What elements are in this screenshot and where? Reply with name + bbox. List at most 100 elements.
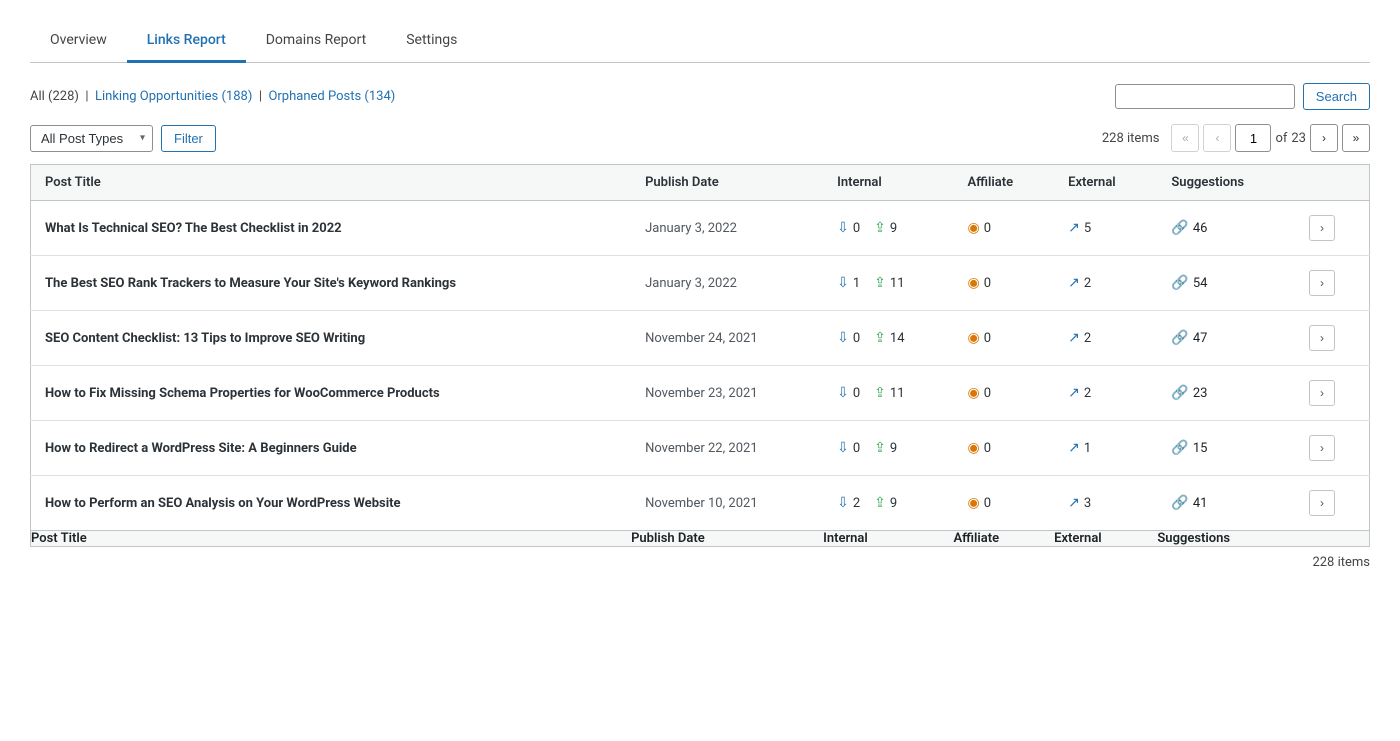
post-type-select-wrapper: All Post Types Post Page ▾: [30, 125, 153, 152]
row-arrow-cell: ›: [1295, 256, 1370, 311]
tab-links-report[interactable]: Links Report: [127, 20, 246, 63]
filter-button[interactable]: Filter: [161, 125, 216, 152]
row-external: ↗ 3: [1054, 476, 1157, 531]
row-affiliate: ◉ 0: [953, 476, 1054, 531]
row-external: ↗ 2: [1054, 366, 1157, 421]
row-post-title: How to Fix Missing Schema Properties for…: [31, 366, 632, 421]
internal-out-icon: ⇪: [874, 385, 886, 401]
suggestions-link-icon: 🔗: [1171, 495, 1188, 511]
internal-in-icon: ⇩: [837, 440, 849, 456]
external-link-icon: ↗: [1068, 385, 1080, 401]
affiliate-icon: ◉: [967, 220, 979, 236]
suggestions-link-icon: 🔗: [1171, 440, 1188, 456]
filter-links: All (228) | Linking Opportunities (188) …: [30, 89, 395, 104]
row-suggestions: 🔗 15: [1157, 421, 1295, 476]
affiliate-metric: ◉ 0: [967, 440, 1040, 456]
row-arrow-cell: ›: [1295, 476, 1370, 531]
links-table: Post Title Publish Date Internal Affilia…: [30, 164, 1370, 547]
row-post-title: SEO Content Checklist: 13 Tips to Improv…: [31, 311, 632, 366]
external-metric: ↗ 2: [1068, 385, 1143, 401]
filter-bar: All (228) | Linking Opportunities (188) …: [30, 83, 1370, 110]
current-page-input[interactable]: [1235, 124, 1271, 152]
external-link-icon: ↗: [1068, 330, 1080, 346]
row-publish-date: January 3, 2022: [631, 256, 823, 311]
search-area: Search: [1115, 83, 1370, 110]
table-row: How to Fix Missing Schema Properties for…: [31, 366, 1370, 421]
filter-row2: All Post Types Post Page ▾ Filter 228 it…: [30, 124, 1370, 152]
row-detail-button[interactable]: ›: [1309, 380, 1335, 406]
all-filter-label[interactable]: All (228): [30, 89, 79, 104]
internal-out-icon: ⇪: [874, 440, 886, 456]
col-actions: [1295, 165, 1370, 201]
linking-opportunities-filter[interactable]: Linking Opportunities (188): [95, 89, 252, 104]
affiliate-icon: ◉: [967, 495, 979, 511]
suggestions-link-icon: 🔗: [1171, 385, 1188, 401]
col-post-title: Post Title: [31, 165, 632, 201]
internal-out-metric: ⇪ 11: [874, 275, 904, 291]
row-detail-button[interactable]: ›: [1309, 490, 1335, 516]
internal-in-icon: ⇩: [837, 275, 849, 291]
row-internal: ⇩ 2 ⇪ 9: [823, 476, 953, 531]
footer-col-affiliate: Affiliate: [953, 531, 1054, 547]
post-type-filter-area: All Post Types Post Page ▾ Filter: [30, 125, 216, 152]
internal-out-metric: ⇪ 14: [874, 330, 904, 346]
row-affiliate: ◉ 0: [953, 201, 1054, 256]
orphaned-posts-filter[interactable]: Orphaned Posts (134): [268, 89, 395, 104]
affiliate-metric: ◉ 0: [967, 385, 1040, 401]
row-detail-button[interactable]: ›: [1309, 270, 1335, 296]
first-page-button[interactable]: «: [1171, 124, 1199, 152]
internal-in-icon: ⇩: [837, 495, 849, 511]
next-page-button[interactable]: ›: [1310, 124, 1338, 152]
row-affiliate: ◉ 0: [953, 256, 1054, 311]
search-input[interactable]: [1115, 84, 1295, 109]
row-suggestions: 🔗 47: [1157, 311, 1295, 366]
row-detail-button[interactable]: ›: [1309, 325, 1335, 351]
of-label: of: [1275, 131, 1287, 146]
tab-settings[interactable]: Settings: [386, 20, 477, 63]
row-affiliate: ◉ 0: [953, 366, 1054, 421]
row-detail-button[interactable]: ›: [1309, 215, 1335, 241]
search-button[interactable]: Search: [1303, 83, 1370, 110]
row-post-title: The Best SEO Rank Trackers to Measure Yo…: [31, 256, 632, 311]
row-arrow-cell: ›: [1295, 201, 1370, 256]
row-external: ↗ 2: [1054, 256, 1157, 311]
footer-col-post-title: Post Title: [31, 531, 632, 547]
affiliate-metric: ◉ 0: [967, 275, 1040, 291]
tab-overview[interactable]: Overview: [30, 20, 127, 63]
row-publish-date: November 23, 2021: [631, 366, 823, 421]
internal-out-metric: ⇪ 9: [874, 220, 897, 236]
row-publish-date: November 24, 2021: [631, 311, 823, 366]
items-count: 228 items: [1102, 131, 1160, 146]
external-metric: ↗ 2: [1068, 330, 1143, 346]
page-wrapper: Overview Links Report Domains Report Set…: [0, 0, 1400, 741]
prev-page-button[interactable]: ‹: [1203, 124, 1231, 152]
table-row: How to Perform an SEO Analysis on Your W…: [31, 476, 1370, 531]
table-row: The Best SEO Rank Trackers to Measure Yo…: [31, 256, 1370, 311]
external-link-icon: ↗: [1068, 275, 1080, 291]
affiliate-icon: ◉: [967, 330, 979, 346]
row-internal: ⇩ 1 ⇪ 11: [823, 256, 953, 311]
footer-col-external: External: [1054, 531, 1157, 547]
row-publish-date: January 3, 2022: [631, 201, 823, 256]
row-publish-date: November 22, 2021: [631, 421, 823, 476]
tab-domains-report[interactable]: Domains Report: [246, 20, 386, 63]
row-external: ↗ 5: [1054, 201, 1157, 256]
footer-col-publish-date: Publish Date: [631, 531, 823, 547]
suggestions-link-icon: 🔗: [1171, 330, 1188, 346]
affiliate-icon: ◉: [967, 440, 979, 456]
suggestions-link-icon: 🔗: [1171, 275, 1188, 291]
internal-in-icon: ⇩: [837, 220, 849, 236]
internal-in-metric: ⇩ 0: [837, 440, 860, 456]
affiliate-metric: ◉ 0: [967, 330, 1040, 346]
row-arrow-cell: ›: [1295, 366, 1370, 421]
table-footer-row: Post Title Publish Date Internal Affilia…: [31, 531, 1370, 547]
affiliate-icon: ◉: [967, 385, 979, 401]
internal-out-metric: ⇪ 9: [874, 440, 897, 456]
table-header-row: Post Title Publish Date Internal Affilia…: [31, 165, 1370, 201]
row-detail-button[interactable]: ›: [1309, 435, 1335, 461]
row-internal: ⇩ 0 ⇪ 9: [823, 201, 953, 256]
row-suggestions: 🔗 41: [1157, 476, 1295, 531]
internal-in-icon: ⇩: [837, 330, 849, 346]
last-page-button[interactable]: »: [1342, 124, 1370, 152]
post-type-select[interactable]: All Post Types Post Page: [30, 125, 153, 152]
